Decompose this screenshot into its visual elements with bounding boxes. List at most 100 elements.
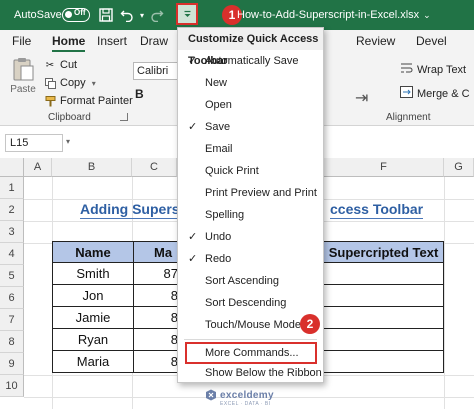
- menu-item-label: Show Below the Ribbon: [205, 367, 322, 379]
- row-header-3[interactable]: 3: [0, 221, 24, 243]
- menu-header: Customize Quick Access Toolbar: [178, 28, 323, 67]
- autosave-toggle[interactable]: Off: [62, 8, 90, 22]
- menu-item-label: Automatically Save: [205, 55, 299, 67]
- menu-item-automatically-save[interactable]: ✓ Automatically Save: [178, 50, 323, 72]
- row-header-1[interactable]: 1: [0, 177, 24, 199]
- merge-label: Merge & C: [417, 87, 470, 100]
- column-header-b[interactable]: B: [52, 158, 132, 177]
- chevron-down-icon: ⌄: [423, 9, 431, 20]
- checkmark-icon: ✓: [188, 55, 198, 67]
- menu-item-undo[interactable]: ✓ Undo: [178, 226, 323, 248]
- table-cell-superscripted[interactable]: [324, 306, 444, 329]
- table-cell-superscripted[interactable]: [324, 328, 444, 351]
- table-header-superscripted[interactable]: Supercripted Text: [324, 241, 444, 263]
- name-box[interactable]: L15: [5, 134, 63, 152]
- file-title[interactable]: How-to-Add-Superscript-in-Excel.xlsx ⌄: [237, 0, 431, 30]
- tab-developer[interactable]: Devel: [416, 30, 447, 52]
- menu-item-label: Open: [205, 99, 232, 111]
- menu-item-sort-ascending[interactable]: Sort Ascending: [178, 270, 323, 292]
- table-header-name[interactable]: Name: [52, 241, 134, 263]
- menu-item-open[interactable]: Open: [178, 94, 323, 116]
- row-header-7[interactable]: 7: [0, 309, 24, 331]
- menu-item-show-below-ribbon[interactable]: Show Below the Ribbon: [178, 362, 323, 384]
- table-cell-name[interactable]: Jamie: [52, 306, 134, 329]
- table-cell-name[interactable]: Ryan: [52, 328, 134, 351]
- redo-icon[interactable]: [148, 6, 166, 24]
- table-cell-marks[interactable]: 87: [133, 262, 179, 285]
- table-cell-superscripted[interactable]: [324, 284, 444, 307]
- menu-item-new[interactable]: New: [178, 72, 323, 94]
- alignment-group-label: Alignment: [386, 112, 431, 123]
- scissors-icon: ✂: [45, 59, 55, 71]
- save-icon[interactable]: [97, 6, 115, 24]
- format-painter-label: Format Painter: [60, 95, 133, 107]
- table-cell-marks[interactable]: 8: [133, 284, 179, 307]
- row-header-9[interactable]: 9: [0, 353, 24, 375]
- indent-icon[interactable]: ⇥: [355, 88, 368, 108]
- name-box-dropdown-icon[interactable]: ▾: [66, 137, 70, 146]
- table-cell-marks[interactable]: 8: [133, 306, 179, 329]
- tab-draw[interactable]: Draw: [140, 30, 168, 52]
- sheet-title-left: Adding Superscr: [80, 201, 193, 219]
- wrap-text-label: Wrap Text: [417, 63, 467, 76]
- tab-review[interactable]: Review: [356, 30, 395, 52]
- row-header-2[interactable]: 2: [0, 199, 24, 221]
- exceldemy-watermark: exceldemy EXCEL · DATA · BI: [205, 389, 274, 407]
- copy-label: Copy: [60, 77, 86, 89]
- table-cell-marks[interactable]: 8: [133, 350, 179, 373]
- copy-button[interactable]: Copy ▾: [44, 75, 96, 91]
- table-cell-marks[interactable]: 8: [133, 328, 179, 351]
- format-painter-button[interactable]: Format Painter: [44, 93, 133, 109]
- menu-item-label: Quick Print: [205, 165, 259, 177]
- menu-item-redo[interactable]: ✓ Redo: [178, 248, 323, 270]
- copy-dropdown-icon[interactable]: ▾: [92, 79, 96, 88]
- cut-button[interactable]: ✂ Cut: [44, 57, 77, 73]
- column-header-f[interactable]: F: [324, 158, 444, 177]
- table-cell-superscripted[interactable]: [324, 350, 444, 373]
- font-name-box[interactable]: Calibri: [133, 62, 179, 80]
- select-all-corner[interactable]: [0, 158, 24, 177]
- menu-item-label: Save: [205, 121, 231, 133]
- tab-file[interactable]: File: [12, 30, 31, 52]
- merge-center-button[interactable]: Merge & C: [400, 86, 470, 101]
- table-header-marks[interactable]: Ma: [133, 241, 179, 263]
- tab-insert[interactable]: Insert: [97, 30, 127, 52]
- table-cell-name[interactable]: Smith: [52, 262, 134, 285]
- watermark-tagline: EXCEL · DATA · BI: [220, 401, 271, 407]
- column-header-c[interactable]: C: [132, 158, 177, 177]
- menu-item-spelling[interactable]: Spelling: [178, 204, 323, 226]
- paste-button[interactable]: Paste: [10, 56, 36, 95]
- menu-item-print-preview[interactable]: Print Preview and Print: [178, 182, 323, 204]
- wrap-text-button[interactable]: Wrap Text: [400, 62, 466, 77]
- menu-item-email[interactable]: Email: [178, 138, 323, 160]
- row-header-8[interactable]: 8: [0, 331, 24, 353]
- table-cell-name[interactable]: Maria: [52, 350, 134, 373]
- paste-icon: [12, 56, 34, 82]
- column-header-a[interactable]: A: [24, 158, 52, 177]
- menu-item-label: More Commands...: [205, 347, 299, 359]
- menu-item-label: Undo: [205, 231, 232, 243]
- table-cell-name[interactable]: Jon: [52, 284, 134, 307]
- row-header-10[interactable]: 10: [0, 375, 24, 397]
- menu-item-sort-descending[interactable]: Sort Descending: [178, 292, 323, 314]
- menu-item-more-commands[interactable]: More Commands...: [185, 342, 317, 364]
- paste-label: Paste: [10, 84, 36, 95]
- menu-item-label: Touch/Mouse Mode: [205, 319, 301, 331]
- autosave-state: Off: [74, 8, 86, 17]
- customize-qat-button[interactable]: [176, 3, 198, 25]
- sheet-title-right: ccess Toolbar: [330, 201, 424, 219]
- menu-item-quick-print[interactable]: Quick Print: [178, 160, 323, 182]
- clipboard-group-label: Clipboard: [48, 112, 91, 123]
- menu-item-label: Print Preview and Print: [205, 187, 317, 199]
- bold-button[interactable]: B: [135, 87, 144, 101]
- menu-item-label: Email: [205, 143, 233, 155]
- row-header-6[interactable]: 6: [0, 287, 24, 309]
- column-header-g[interactable]: G: [444, 158, 474, 177]
- tab-home[interactable]: Home: [52, 30, 86, 52]
- row-header-5[interactable]: 5: [0, 265, 24, 287]
- checkmark-icon: ✓: [188, 231, 198, 243]
- menu-item-save[interactable]: ✓ Save: [178, 116, 323, 138]
- row-header-4[interactable]: 4: [0, 243, 24, 265]
- table-cell-superscripted[interactable]: [324, 262, 444, 285]
- clipboard-launcher-icon[interactable]: [120, 113, 128, 121]
